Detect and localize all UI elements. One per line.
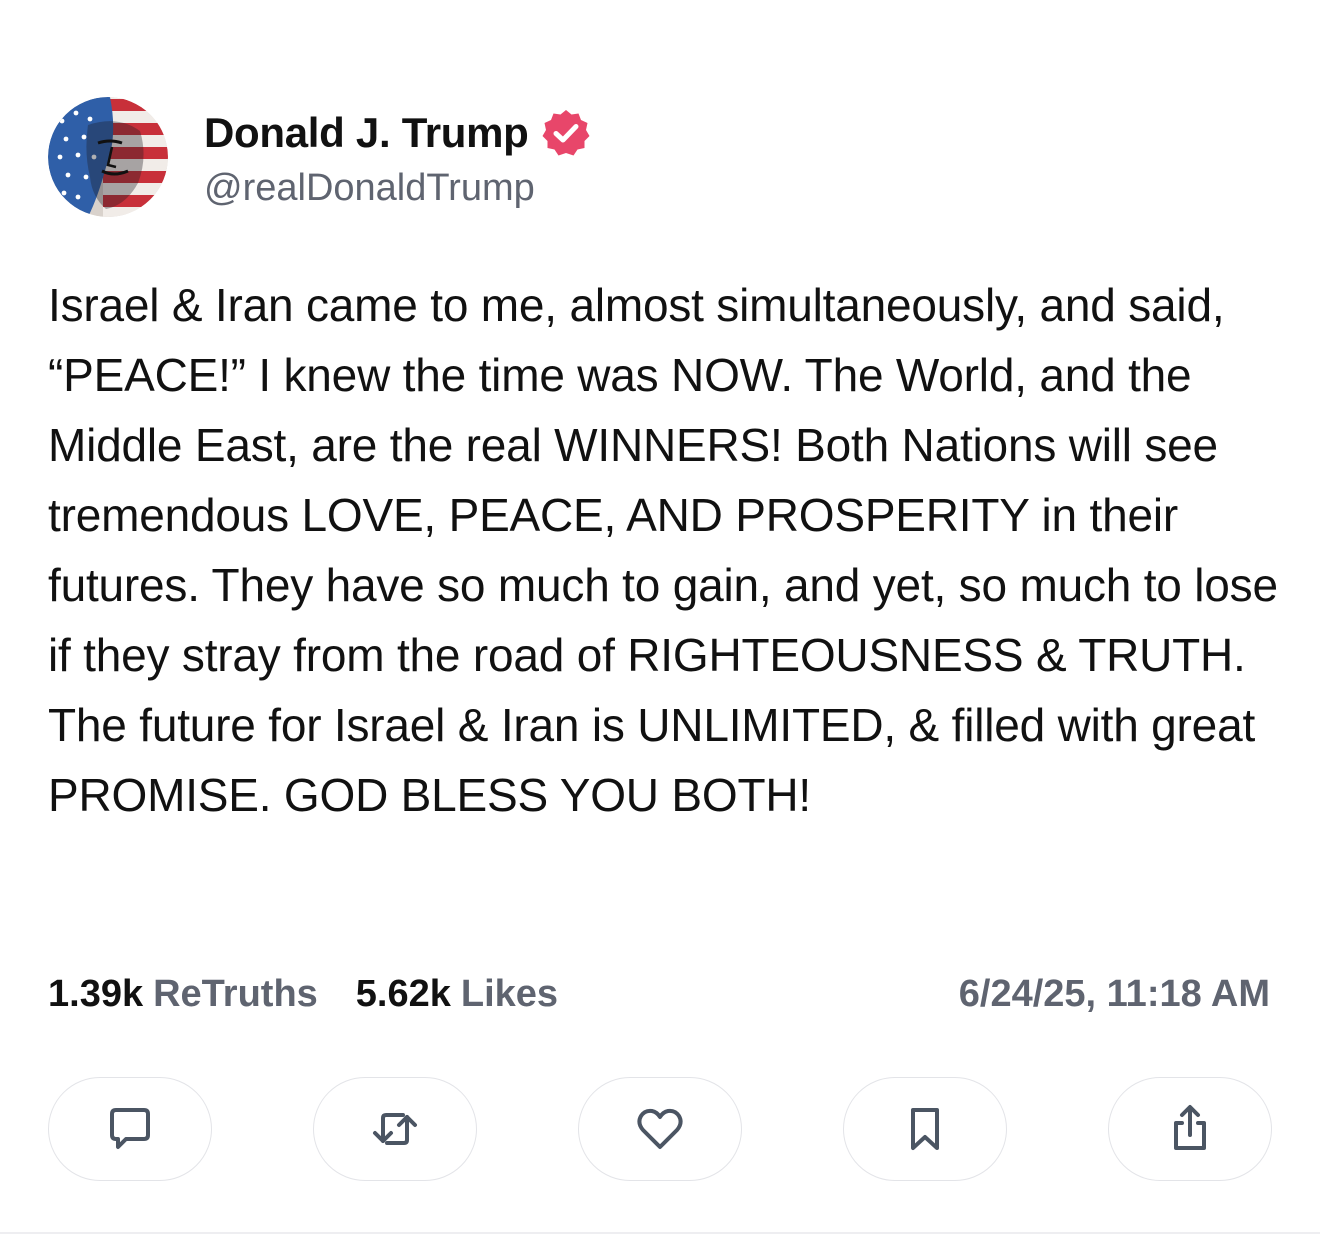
reply-button[interactable]	[48, 1077, 212, 1181]
author-handle[interactable]: @realDonaldTrump	[204, 167, 591, 210]
heart-icon	[637, 1108, 683, 1149]
retruths-stat[interactable]: 1.39k ReTruths	[48, 973, 318, 1016]
bookmark-button[interactable]	[843, 1077, 1007, 1181]
repost-icon	[373, 1113, 417, 1145]
post-header: Donald J. Trump @realDonaldTrump	[48, 96, 591, 218]
name-row: Donald J. Trump	[204, 105, 591, 161]
avatar[interactable]	[48, 97, 168, 217]
retruths-label: ReTruths	[153, 972, 318, 1015]
likes-stat[interactable]: 5.62k Likes	[356, 973, 558, 1016]
retruths-count: 1.39k	[48, 972, 144, 1015]
post-stats: 1.39k ReTruths 5.62k Likes 6/24/25, 11:1…	[48, 968, 1270, 1020]
display-name[interactable]: Donald J. Trump	[204, 109, 529, 157]
post-card: Donald J. Trump @realDonaldTrump Israel …	[0, 0, 1320, 1249]
likes-label: Likes	[460, 972, 559, 1015]
retruth-button[interactable]	[313, 1077, 477, 1181]
like-button[interactable]	[578, 1077, 742, 1181]
likes-count: 5.62k	[355, 972, 451, 1015]
post-timestamp: 6/24/25, 11:18 AM	[958, 972, 1270, 1015]
share-icon	[1174, 1105, 1206, 1150]
action-bar	[48, 1077, 1272, 1183]
comment-icon	[110, 1108, 150, 1149]
bookmark-icon	[911, 1108, 939, 1150]
bottom-divider	[0, 1232, 1320, 1234]
verified-badge-icon	[541, 108, 591, 158]
avatar-image	[48, 97, 168, 217]
post-body-text: Israel & Iran came to me, almost simulta…	[48, 279, 1278, 821]
author-identity: Donald J. Trump @realDonaldTrump	[204, 105, 591, 210]
share-button[interactable]	[1108, 1077, 1272, 1181]
